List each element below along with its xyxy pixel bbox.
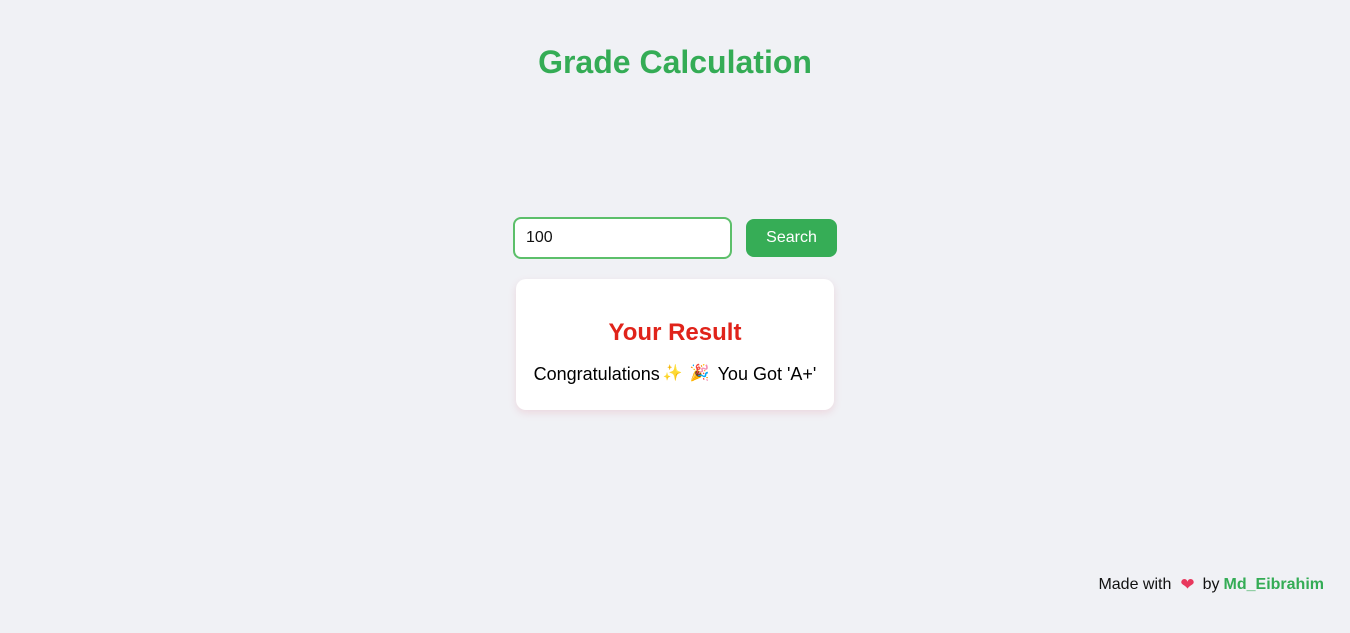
result-title: Your Result — [608, 319, 742, 346]
result-message-prefix: Congratulations — [533, 364, 660, 384]
footer: Made with ❤ by Md_Eibrahim — [1098, 575, 1324, 595]
sparkles-icon: ✨ — [662, 365, 683, 382]
result-grade: You Got 'A+' — [717, 364, 817, 384]
party-popper-icon: 🎉 — [689, 365, 710, 382]
author-name: Md_Eibrahim — [1223, 576, 1324, 593]
search-button[interactable]: Search — [746, 219, 837, 257]
page-title: Grade Calculation — [538, 44, 812, 80]
result-message: Congratulations ✨ 🎉 You Got 'A+' — [516, 363, 834, 385]
footer-by: by — [1202, 576, 1220, 593]
footer-made-with: Made with — [1098, 576, 1172, 593]
search-row: Search — [513, 217, 837, 259]
grade-input[interactable] — [513, 217, 732, 259]
heart-icon: ❤ — [1180, 575, 1195, 594]
result-card: Your Result Congratulations ✨ 🎉 You Got … — [516, 279, 834, 410]
